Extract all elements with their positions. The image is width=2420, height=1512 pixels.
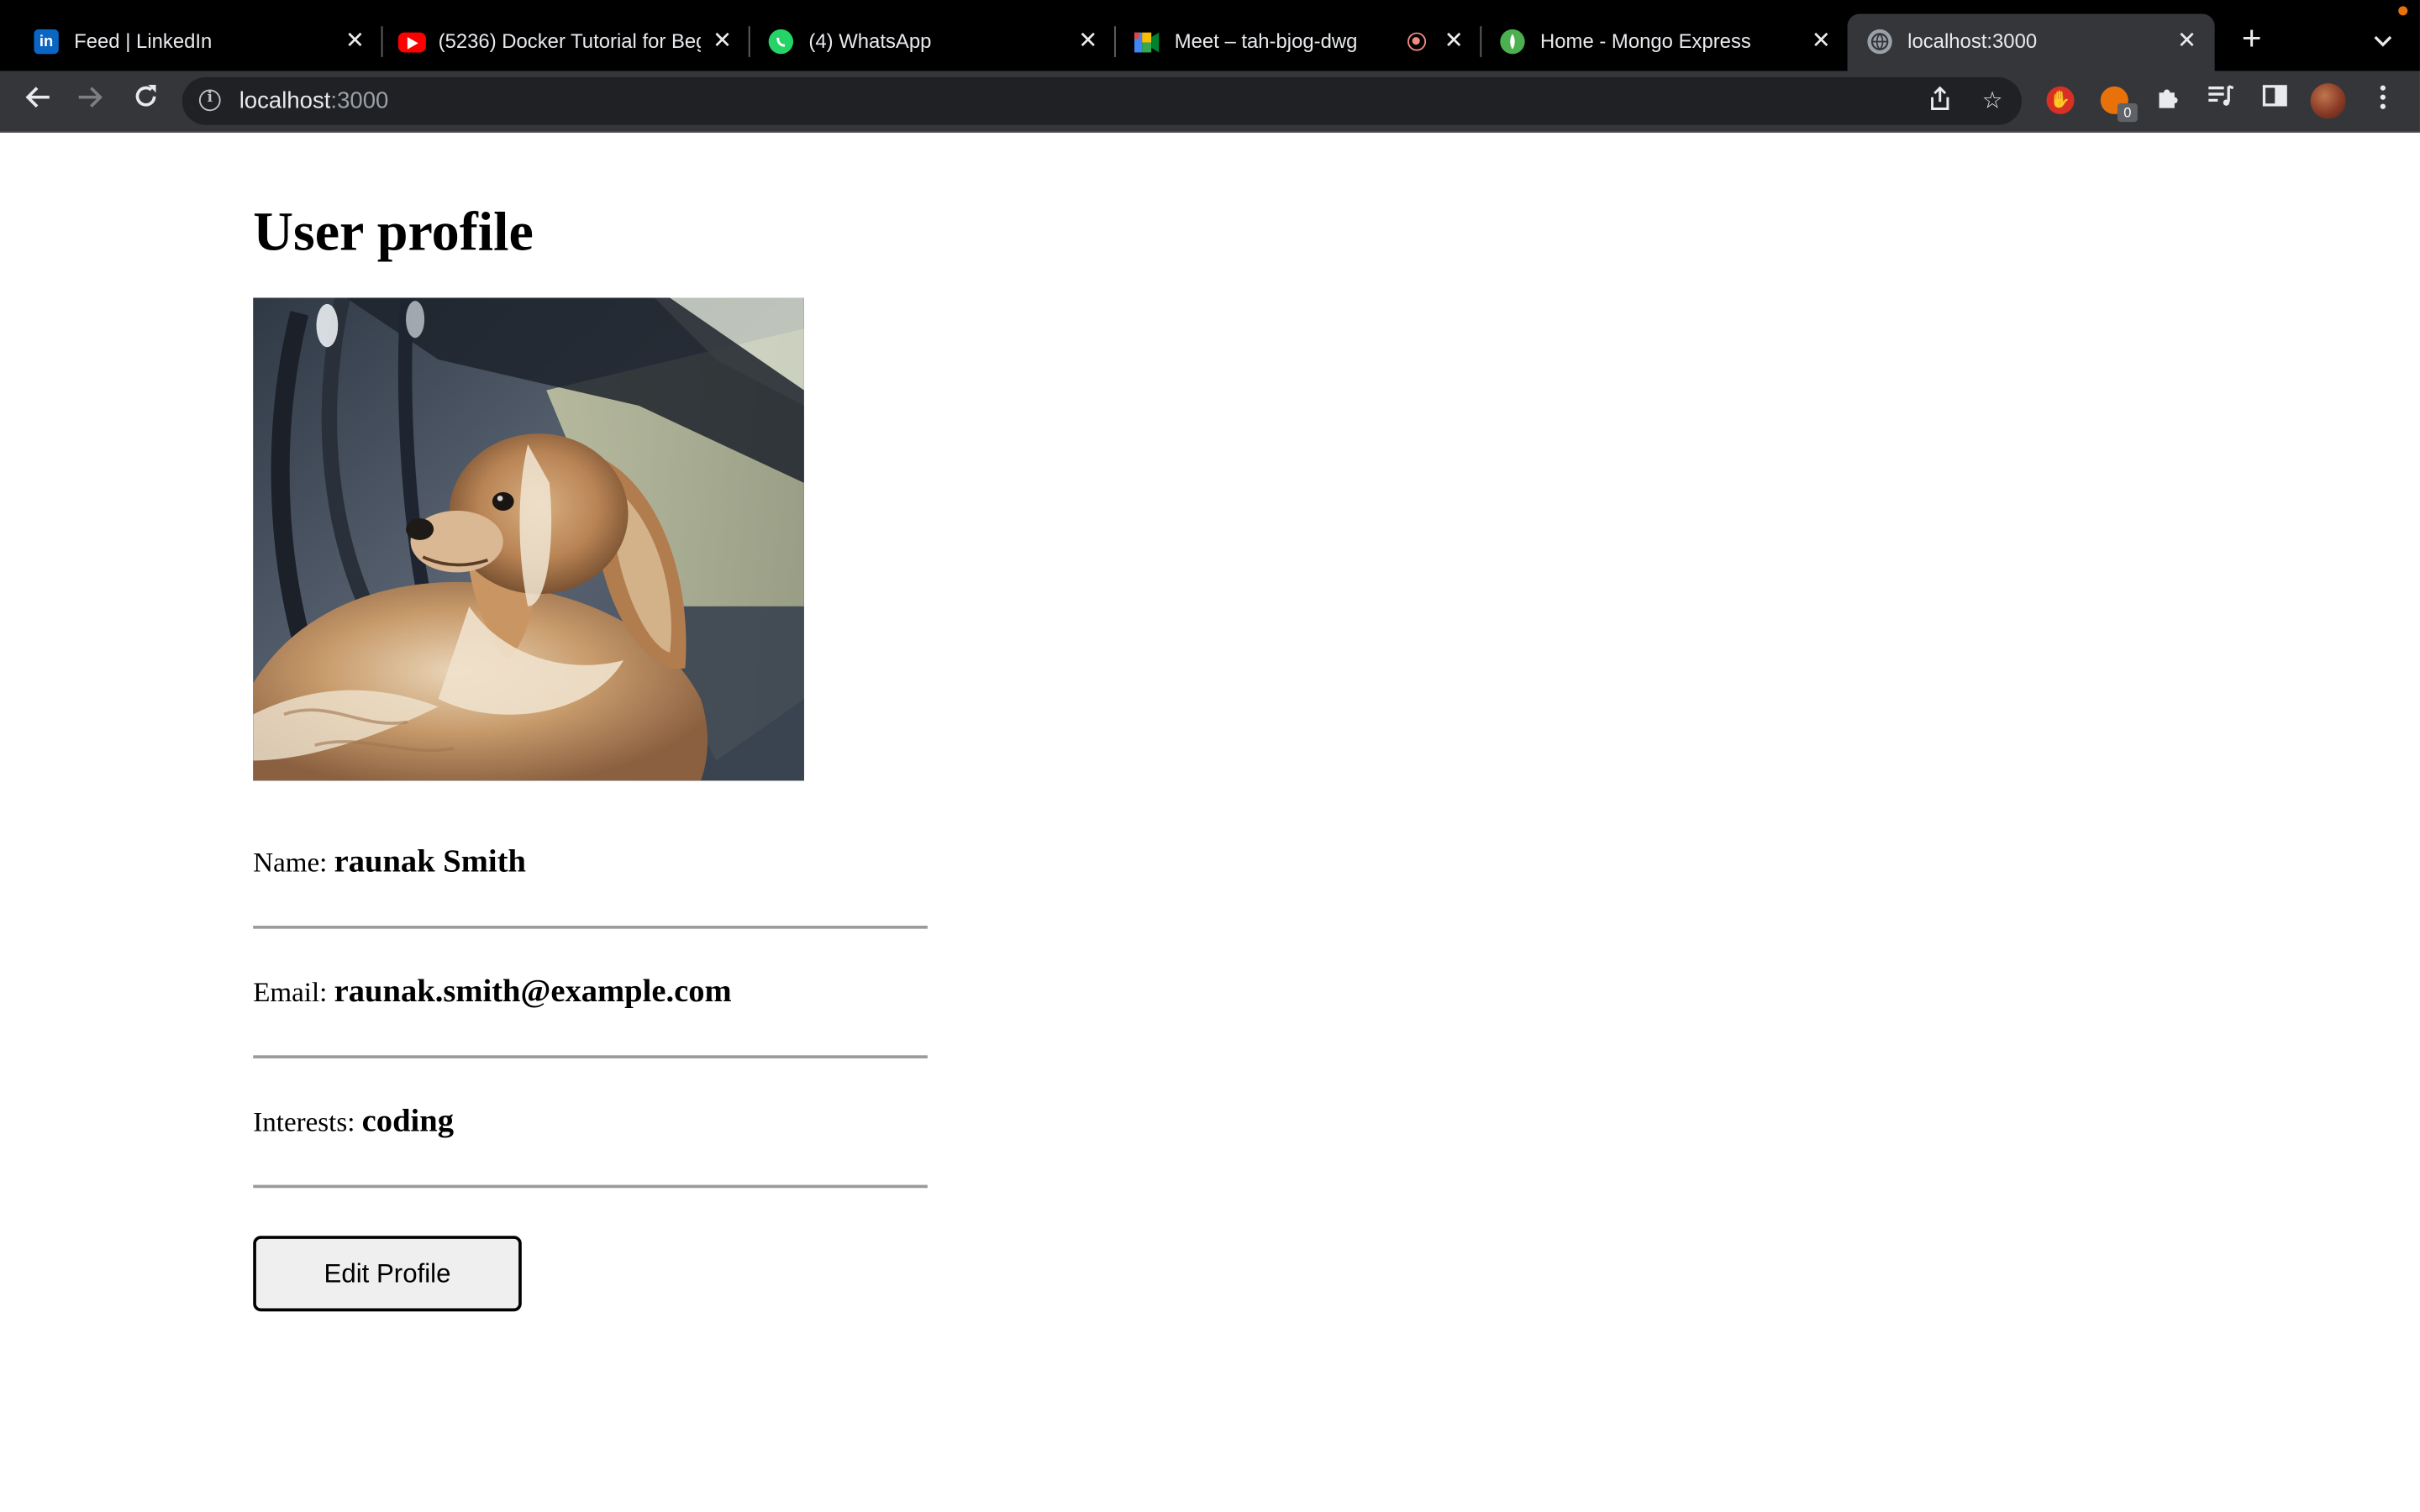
name-label: Name:	[253, 847, 328, 879]
tab-title: (4) WhatsApp	[808, 29, 932, 53]
new-tab-plus-icon[interactable]: +	[2235, 21, 2269, 55]
chevron-down-icon[interactable]	[2367, 24, 2398, 55]
media-controls-icon[interactable]	[2206, 85, 2237, 116]
mongo-icon	[1500, 29, 1525, 55]
url-host: localhost	[239, 87, 331, 114]
tab-title: (5236) Docker Tutorial for Beginners	[438, 29, 701, 53]
extension-badge: 0	[2117, 103, 2138, 123]
globe-icon	[1867, 29, 1892, 55]
divider	[253, 926, 928, 929]
close-icon[interactable]: ✕	[1807, 28, 1835, 55]
site-info-icon[interactable]: i	[198, 89, 221, 112]
youtube-icon	[397, 32, 426, 53]
close-icon[interactable]: ✕	[1440, 28, 1468, 55]
back-arrow-icon[interactable]	[18, 81, 55, 118]
google-meet-icon	[1134, 29, 1160, 54]
reload-icon[interactable]	[127, 81, 164, 118]
tab-whatsapp[interactable]: (4) WhatsApp ✕	[734, 14, 1114, 71]
tab-title: Meet – tah-bjog-dwg	[1174, 29, 1358, 53]
address-bar[interactable]: i localhost:3000 ☆	[182, 76, 2023, 125]
bookmark-star-icon[interactable]: ☆	[1977, 87, 2008, 118]
email-label: Email:	[253, 976, 328, 1008]
close-icon[interactable]: ✕	[708, 28, 736, 55]
dog-photo	[253, 297, 804, 781]
more-menu-icon[interactable]	[2367, 85, 2398, 116]
page-title: User profile	[253, 200, 534, 263]
url-port: :3000	[330, 87, 389, 114]
email-field: Email: raunak.smith@example.com	[253, 972, 731, 1011]
browser-window: in Feed | LinkedIn ✕ (5236) Docker Tutor…	[0, 0, 2420, 1512]
email-value: raunak.smith@example.com	[334, 972, 732, 1010]
tab-title: localhost:3000	[1907, 29, 2038, 53]
tab-linkedin[interactable]: in Feed | LinkedIn ✕	[0, 14, 380, 71]
notification-dot	[2398, 6, 2408, 16]
name-value: raunak Smith	[334, 842, 526, 879]
forward-arrow-icon[interactable]	[72, 81, 109, 118]
profile-photo	[253, 297, 804, 781]
close-icon[interactable]: ✕	[1074, 28, 1102, 55]
edit-profile-button[interactable]: Edit Profile	[253, 1236, 522, 1312]
share-icon[interactable]	[1924, 86, 1955, 118]
close-icon[interactable]: ✕	[2173, 28, 2201, 55]
tab-title: Home - Mongo Express	[1540, 29, 1751, 53]
puzzle-extensions-icon[interactable]	[2153, 85, 2184, 116]
tab-google-meet[interactable]: Meet – tah-bjog-dwg ✕	[1101, 14, 1481, 71]
recording-icon	[1407, 32, 1427, 51]
linkedin-icon: in	[34, 29, 59, 55]
adblock-extension-icon[interactable]: ✋	[2046, 86, 2075, 114]
url-text[interactable]: localhost:3000	[239, 88, 389, 114]
name-field: Name: raunak Smith	[253, 843, 526, 881]
page-content: User profile Name: raunak Smith Email: r…	[0, 132, 2420, 1512]
tab-youtube[interactable]: (5236) Docker Tutorial for Beginners ✕	[364, 14, 744, 71]
interests-value: coding	[361, 1101, 454, 1139]
interests-field: Interests: coding	[253, 1101, 454, 1140]
tab-title: Feed | LinkedIn	[74, 29, 213, 53]
divider	[253, 1055, 928, 1058]
whatsapp-icon	[768, 29, 794, 55]
tab-strip: in Feed | LinkedIn ✕ (5236) Docker Tutor…	[0, 0, 2420, 71]
divider	[253, 1184, 928, 1189]
interests-label: Interests:	[253, 1105, 355, 1137]
tab-localhost[interactable]: localhost:3000 ✕	[1847, 13, 2215, 71]
tab-mongo-express[interactable]: Home - Mongo Express ✕	[1466, 14, 1846, 71]
side-panel-icon[interactable]	[2260, 85, 2291, 116]
browser-toolbar: i localhost:3000 ☆ ✋ 0	[0, 71, 2420, 133]
profile-avatar[interactable]	[2310, 83, 2346, 119]
